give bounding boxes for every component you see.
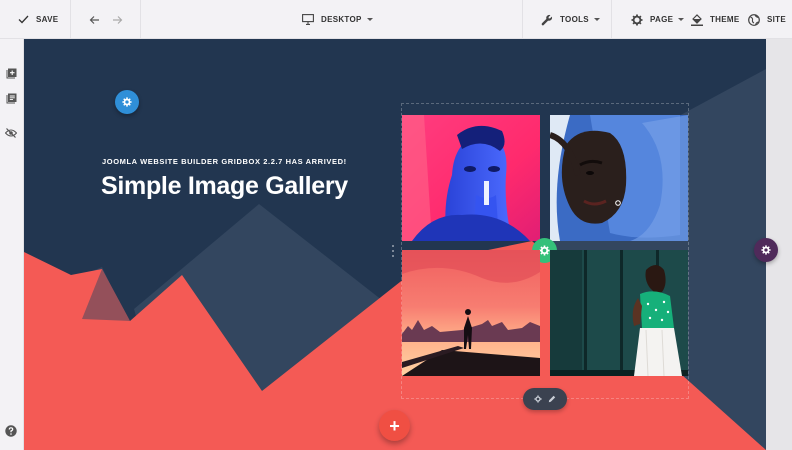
paint-bucket-icon <box>691 14 703 26</box>
device-label: DESKTOP <box>321 15 362 24</box>
add-section-icon[interactable] <box>4 66 18 80</box>
check-icon <box>18 15 29 24</box>
help-icon[interactable] <box>4 424 18 438</box>
toolbar-divider <box>611 0 612 39</box>
gallery-image-1[interactable] <box>402 115 540 241</box>
plus-icon: + <box>389 415 400 436</box>
tools-dropdown[interactable]: TOOLS <box>541 0 600 39</box>
gallery-image-2[interactable] <box>550 115 688 241</box>
page-label: PAGE <box>650 15 674 24</box>
save-button[interactable]: SAVE <box>18 0 58 39</box>
chevron-down-icon <box>366 18 373 21</box>
page-dropdown[interactable]: PAGE <box>631 0 685 39</box>
left-sidebar <box>0 39 24 450</box>
gear-icon <box>539 245 550 256</box>
chevron-down-icon <box>678 18 685 21</box>
theme-button[interactable]: THEME <box>691 0 740 39</box>
row-settings-button[interactable] <box>754 238 778 262</box>
undo-button[interactable] <box>89 0 100 39</box>
theme-label: THEME <box>710 15 740 24</box>
library-icon[interactable] <box>4 91 18 105</box>
hero-subtitle: JOOMLA WEBSITE BUILDER GRIDBOX 2.2.7 HAS… <box>102 157 347 166</box>
device-dropdown[interactable]: DESKTOP <box>302 0 373 39</box>
site-label: SITE <box>767 15 786 24</box>
gear-icon[interactable] <box>534 395 542 403</box>
pencil-icon[interactable] <box>548 395 556 403</box>
top-toolbar: SAVE DESKTOP TOOLS PAGE THEME SITE <box>0 0 792 39</box>
page-canvas: JOOMLA WEBSITE BUILDER GRIDBOX 2.2.7 HAS… <box>24 39 766 450</box>
arrow-right-icon <box>113 15 123 24</box>
section-settings-button[interactable] <box>115 90 139 114</box>
wrench-icon <box>541 14 553 25</box>
globe-icon <box>748 13 760 26</box>
monitor-icon <box>302 14 314 25</box>
gallery-image-4[interactable] <box>550 250 688 376</box>
drag-handle[interactable] <box>392 245 396 257</box>
toolbar-divider <box>140 0 141 39</box>
gallery-edit-toolbar <box>523 388 567 410</box>
gear-icon <box>631 14 643 25</box>
tools-label: TOOLS <box>560 15 589 24</box>
save-label: SAVE <box>36 15 59 24</box>
hero-title: Simple Image Gallery <box>101 172 348 200</box>
visibility-off-icon[interactable] <box>4 126 18 140</box>
chevron-down-icon <box>593 18 600 21</box>
site-button[interactable]: SITE <box>748 0 786 39</box>
arrow-left-icon <box>89 15 99 24</box>
toolbar-divider <box>522 0 523 39</box>
gallery-image-3[interactable] <box>402 250 540 376</box>
gear-icon <box>761 245 771 255</box>
toolbar-divider <box>70 0 71 39</box>
gear-icon <box>122 97 132 107</box>
add-section-fab[interactable]: + <box>379 410 410 441</box>
redo-button[interactable] <box>112 0 123 39</box>
